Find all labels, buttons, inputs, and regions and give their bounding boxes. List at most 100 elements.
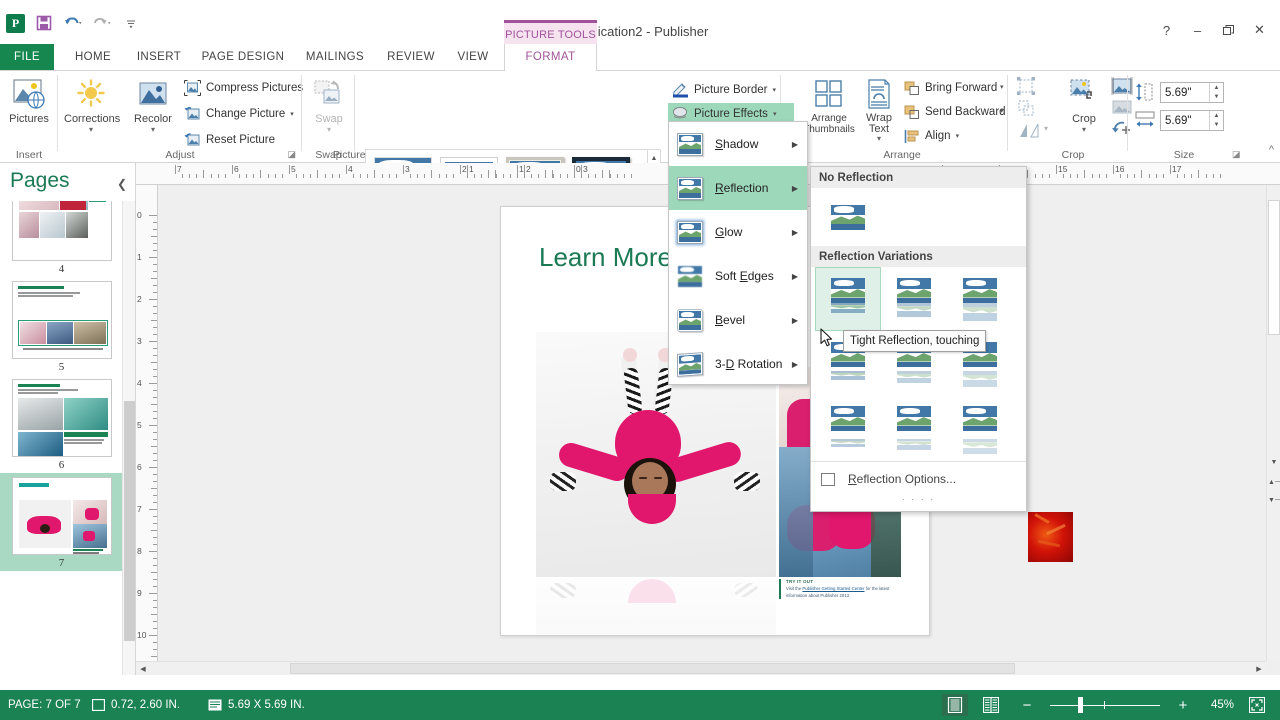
zoom-out-button[interactable]: − bbox=[1014, 694, 1040, 716]
width-spin-buttons[interactable]: ▲ ▼ bbox=[1209, 111, 1223, 130]
try-it-out-link[interactable]: Publisher Getting Started Center bbox=[802, 586, 864, 591]
tab-mailings[interactable]: MAILINGS bbox=[296, 44, 374, 71]
menu-item-soft-edges[interactable]: Soft Edges ▶ bbox=[669, 254, 807, 298]
list-item[interactable]: 7 bbox=[0, 473, 123, 571]
height-spin-buttons[interactable]: ▲ ▼ bbox=[1209, 83, 1223, 102]
previous-page-icon[interactable]: ▲─ bbox=[1267, 475, 1280, 489]
send-backward-button[interactable]: Send Backward bbox=[900, 101, 1010, 123]
tab-view[interactable]: VIEW bbox=[448, 44, 498, 71]
page-thumbnail-4[interactable] bbox=[11, 201, 112, 261]
height-spin-up-icon[interactable]: ▲ bbox=[1210, 83, 1223, 93]
reset-picture-button[interactable]: Reset Picture bbox=[180, 129, 279, 151]
page-thumbnail-5[interactable] bbox=[11, 281, 112, 359]
chevron-right-icon: ▶ bbox=[791, 139, 798, 149]
page-thumbnail-7[interactable] bbox=[11, 477, 112, 555]
scroll-down-icon[interactable]: ▼ bbox=[1267, 455, 1280, 469]
list-item[interactable]: 5 bbox=[0, 277, 123, 375]
gallery-cell-tight-8pt[interactable] bbox=[815, 395, 881, 459]
menu-item-reflection[interactable]: Reflection ▶ bbox=[669, 166, 807, 210]
tab-file[interactable]: FILE bbox=[0, 44, 54, 71]
list-item[interactable]: 4 bbox=[0, 201, 123, 277]
picture-border-button[interactable]: Picture Border ▾ bbox=[668, 79, 780, 101]
vertical-ruler[interactable]: 0 1 2 3 4 5 6 7 8 9 10 bbox=[136, 185, 158, 675]
help-button[interactable]: ? bbox=[1152, 20, 1181, 40]
minimize-button[interactable]: – bbox=[1183, 20, 1212, 40]
tab-review[interactable]: REVIEW bbox=[378, 44, 444, 71]
shape-height-input[interactable] bbox=[1161, 83, 1209, 102]
single-page-view-button[interactable] bbox=[942, 694, 968, 716]
swap-button[interactable]: Swap ▾ bbox=[302, 75, 356, 134]
height-spin-down-icon[interactable]: ▼ bbox=[1210, 93, 1223, 103]
align-caret-icon[interactable]: ▾ bbox=[956, 132, 960, 140]
crop-button[interactable]: Crop ▾ bbox=[1060, 75, 1108, 134]
chevron-left-icon[interactable]: ❮ bbox=[117, 177, 127, 191]
gallery-cell-no-reflection[interactable] bbox=[815, 191, 881, 243]
width-spin-down-icon[interactable]: ▼ bbox=[1210, 121, 1223, 131]
gallery-cell-half-touching[interactable] bbox=[881, 267, 947, 331]
picture-effects-menu[interactable]: Shadow ▶ Reflection ▶ Glow ▶ Soft Edges … bbox=[668, 121, 808, 385]
restore-button[interactable] bbox=[1214, 20, 1243, 40]
corrections-caret-icon[interactable]: ▾ bbox=[64, 126, 118, 134]
recolor-button[interactable]: Recolor ▾ bbox=[126, 75, 180, 134]
crop-caret-icon[interactable]: ▾ bbox=[1060, 126, 1108, 134]
photo-reflection bbox=[536, 579, 776, 634]
menu-item-bevel[interactable]: Bevel ▶ bbox=[669, 298, 807, 342]
gallery-cell-half-8pt[interactable] bbox=[881, 395, 947, 459]
fit-page-button[interactable] bbox=[1244, 694, 1270, 716]
bring-forward-caret-icon[interactable]: ▾ bbox=[1000, 83, 1004, 91]
two-page-spread-button[interactable] bbox=[978, 694, 1004, 716]
vertical-scrollbar-thumb[interactable] bbox=[1268, 200, 1280, 335]
menu-item-glow[interactable]: Glow ▶ bbox=[669, 210, 807, 254]
picture-effects-caret-icon[interactable]: ▾ bbox=[773, 110, 777, 118]
wrap-text-caret-icon[interactable]: ▾ bbox=[858, 135, 900, 143]
scroll-left-icon[interactable]: ◀ bbox=[136, 662, 150, 675]
compress-pictures-button[interactable]: Compress Pictures bbox=[180, 77, 307, 99]
photo-red-flower[interactable] bbox=[1028, 512, 1073, 562]
gallery-resize-grip[interactable]: · · · · bbox=[811, 495, 1026, 504]
gallery-cell-full-8pt[interactable] bbox=[947, 395, 1013, 459]
swap-caret-icon[interactable]: ▾ bbox=[302, 126, 356, 134]
canvas-horizontal-scrollbar[interactable]: ◀ ▶ bbox=[136, 661, 1266, 675]
scroll-right-icon[interactable]: ▶ bbox=[1252, 662, 1266, 675]
wrap-text-button[interactable]: Wrap Text ▾ bbox=[858, 75, 900, 143]
picture-border-caret-icon[interactable]: ▾ bbox=[773, 86, 777, 94]
zoom-slider[interactable] bbox=[1050, 694, 1160, 716]
page-indicator[interactable]: PAGE: 7 OF 7 bbox=[8, 690, 81, 720]
menu-item-3d-rotation[interactable]: 3-D Rotation ▶ bbox=[669, 342, 807, 386]
corrections-button[interactable]: Corrections ▾ bbox=[64, 75, 120, 134]
collapse-ribbon-button[interactable]: ^ bbox=[1269, 144, 1274, 156]
recolor-caret-icon[interactable]: ▾ bbox=[126, 126, 180, 134]
tab-page-design[interactable]: PAGE DESIGN bbox=[192, 44, 294, 71]
send-backward-caret-icon[interactable]: ▾ bbox=[1000, 107, 1004, 115]
width-spin-up-icon[interactable]: ▲ bbox=[1210, 111, 1223, 121]
canvas-vertical-scrollbar[interactable]: ▼ ▲─ ▼─ bbox=[1266, 185, 1280, 661]
tab-home[interactable]: HOME bbox=[62, 44, 124, 71]
gallery-cell-tight-touching[interactable] bbox=[815, 267, 881, 331]
bring-forward-button[interactable]: Bring Forward bbox=[900, 77, 1001, 99]
size-dialog-launcher[interactable]: ◪ bbox=[1232, 149, 1241, 160]
pages-scrollbar[interactable] bbox=[122, 201, 135, 675]
zoom-level-label[interactable]: 45% bbox=[1206, 699, 1234, 711]
change-picture-button[interactable]: Change Picture ▾ bbox=[180, 103, 298, 125]
zoom-in-button[interactable]: + bbox=[1170, 694, 1196, 716]
shape-width-input[interactable] bbox=[1161, 111, 1209, 130]
list-item[interactable]: 6 bbox=[0, 375, 123, 473]
gallery-cell-full-touching[interactable] bbox=[947, 267, 1013, 331]
shape-width-stepper[interactable]: ▲ ▼ bbox=[1160, 110, 1224, 131]
pictures-button[interactable]: Pictures bbox=[2, 75, 56, 126]
horizontal-scrollbar-thumb[interactable] bbox=[290, 663, 1015, 674]
align-button[interactable]: Align ▾ bbox=[900, 125, 963, 147]
zoom-slider-handle[interactable] bbox=[1078, 697, 1083, 713]
close-button[interactable]: ✕ bbox=[1245, 20, 1274, 40]
menu-item-shadow[interactable]: Shadow ▶ bbox=[669, 122, 807, 166]
next-page-icon[interactable]: ▼─ bbox=[1267, 493, 1280, 507]
pages-scrollbar-thumb[interactable] bbox=[124, 401, 135, 641]
pages-list[interactable]: 4 5 6 7 bbox=[0, 201, 123, 675]
change-picture-caret-icon[interactable]: ▾ bbox=[290, 110, 294, 118]
shape-height-stepper[interactable]: ▲ ▼ bbox=[1160, 82, 1224, 103]
picture-effects-label: Picture Effects bbox=[694, 108, 768, 120]
reflection-options-button[interactable]: Reflection Options... bbox=[811, 462, 1026, 496]
tab-insert[interactable]: INSERT bbox=[128, 44, 190, 71]
page-thumbnail-6[interactable] bbox=[11, 379, 112, 457]
tab-format[interactable]: FORMAT bbox=[504, 44, 597, 71]
